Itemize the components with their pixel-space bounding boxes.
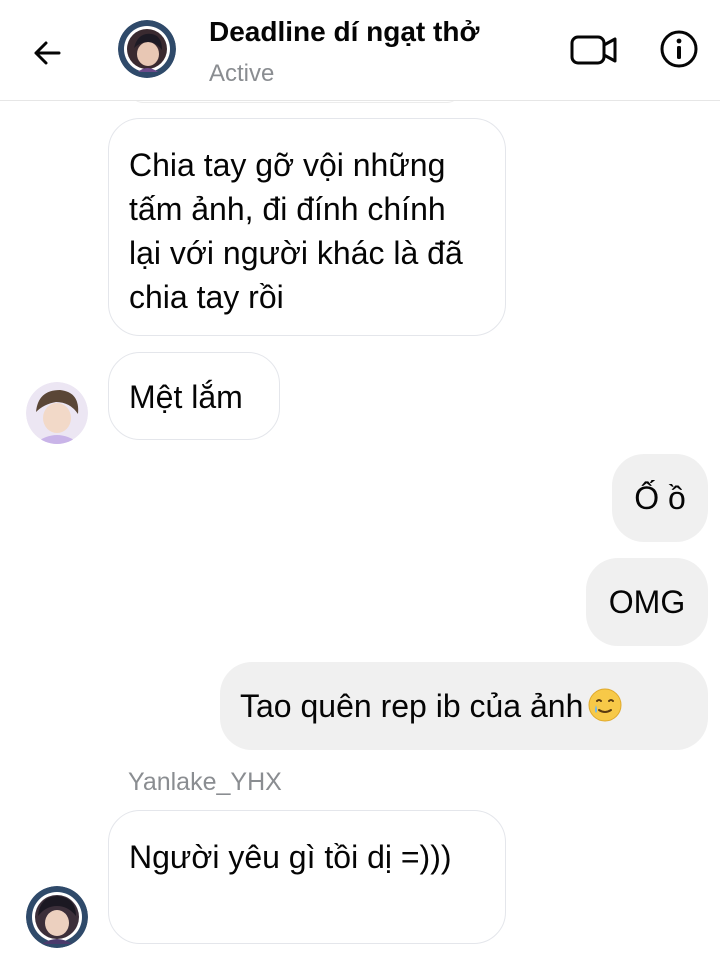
sender-name: Yanlake_YHX — [128, 768, 282, 796]
info-button[interactable] — [654, 24, 704, 74]
sender-avatar[interactable] — [26, 886, 88, 948]
sender-avatar[interactable] — [26, 382, 88, 444]
smiling-face-with-tear-emoji — [588, 688, 622, 722]
outgoing-message[interactable]: Tao quên rep ib của ảnh — [220, 662, 708, 750]
incoming-message[interactable]: Người yêu gì tồi dị =))) — [108, 810, 506, 944]
contact-avatar[interactable] — [118, 20, 176, 78]
incoming-message[interactable]: Mệt lắm — [108, 352, 280, 440]
chat-header: Deadline dí ngạt thở Active — [0, 0, 720, 101]
info-icon — [660, 30, 698, 68]
arrow-left-icon — [34, 41, 61, 65]
video-camera-icon — [570, 35, 617, 65]
back-button[interactable] — [22, 28, 72, 78]
conversation-title[interactable]: Deadline dí ngạt thở — [209, 16, 479, 48]
incoming-message[interactable]: Chia tay gỡ vội những tấm ảnh, đi đính c… — [108, 118, 506, 336]
outgoing-message[interactable]: Ố ồ — [612, 454, 708, 542]
outgoing-message[interactable]: OMG — [586, 558, 708, 646]
active-status: Active — [209, 60, 275, 87]
message-text: Tao quên rep ib của ảnh — [240, 688, 584, 724]
video-call-button[interactable] — [566, 26, 622, 74]
